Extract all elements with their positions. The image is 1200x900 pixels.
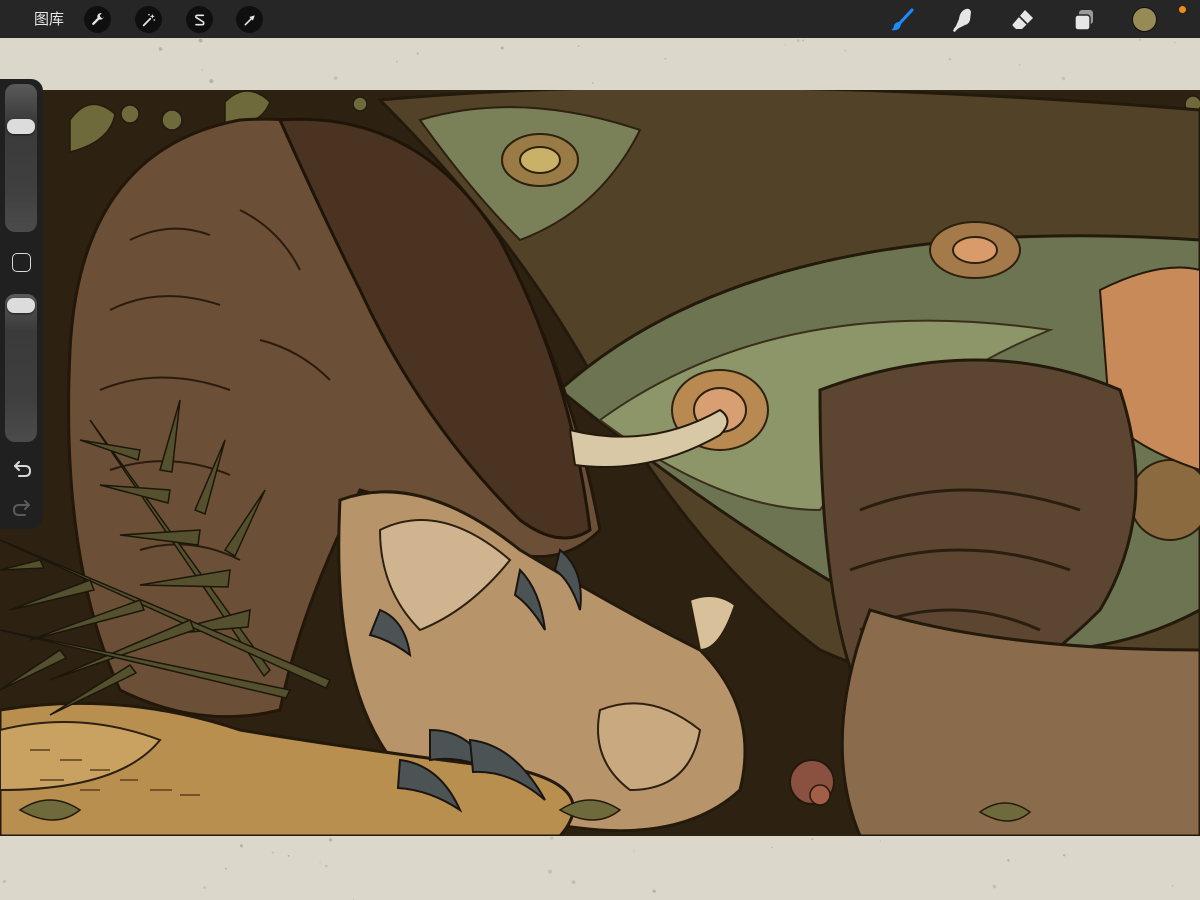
wrench-icon: [91, 12, 104, 25]
opacity-slider-thumb[interactable]: [7, 298, 35, 313]
procreate-app: 图库: [0, 0, 1200, 900]
opacity-slider[interactable]: [5, 294, 37, 442]
selection-s-icon: [194, 14, 205, 25]
selection-button[interactable]: [186, 6, 213, 33]
artwork-illustration: [0, 90, 1200, 836]
redo-button[interactable]: [11, 499, 33, 519]
gallery-button[interactable]: 图库: [34, 9, 64, 29]
modify-button[interactable]: [12, 253, 31, 272]
actions-button[interactable]: [84, 6, 111, 33]
adjustments-button[interactable]: [135, 6, 162, 33]
magic-wand-icon: [142, 13, 155, 26]
brush-icon: [891, 8, 914, 31]
layers-button[interactable]: [1069, 5, 1099, 35]
transform-button[interactable]: [236, 6, 263, 33]
redo-icon: [12, 500, 30, 516]
canvas-artwork[interactable]: [0, 90, 1200, 836]
brush-tool-button[interactable]: [887, 5, 917, 35]
undo-icon: [14, 461, 32, 477]
top-toolbar: 图库: [0, 0, 1200, 38]
smudge-tool-button[interactable]: [948, 5, 978, 35]
left-sidebar: [0, 79, 43, 529]
layers-icon: [1074, 10, 1093, 31]
eraser-icon: [1012, 10, 1033, 29]
arrow-cursor-icon: [244, 14, 255, 25]
notification-dot: [1179, 6, 1186, 13]
brush-size-slider-thumb[interactable]: [7, 119, 35, 135]
color-picker-button[interactable]: [1132, 7, 1157, 32]
brush-size-slider[interactable]: [5, 84, 37, 232]
undo-button[interactable]: [11, 460, 33, 480]
smudge-finger-icon: [953, 8, 971, 33]
eraser-tool-button[interactable]: [1008, 5, 1038, 35]
